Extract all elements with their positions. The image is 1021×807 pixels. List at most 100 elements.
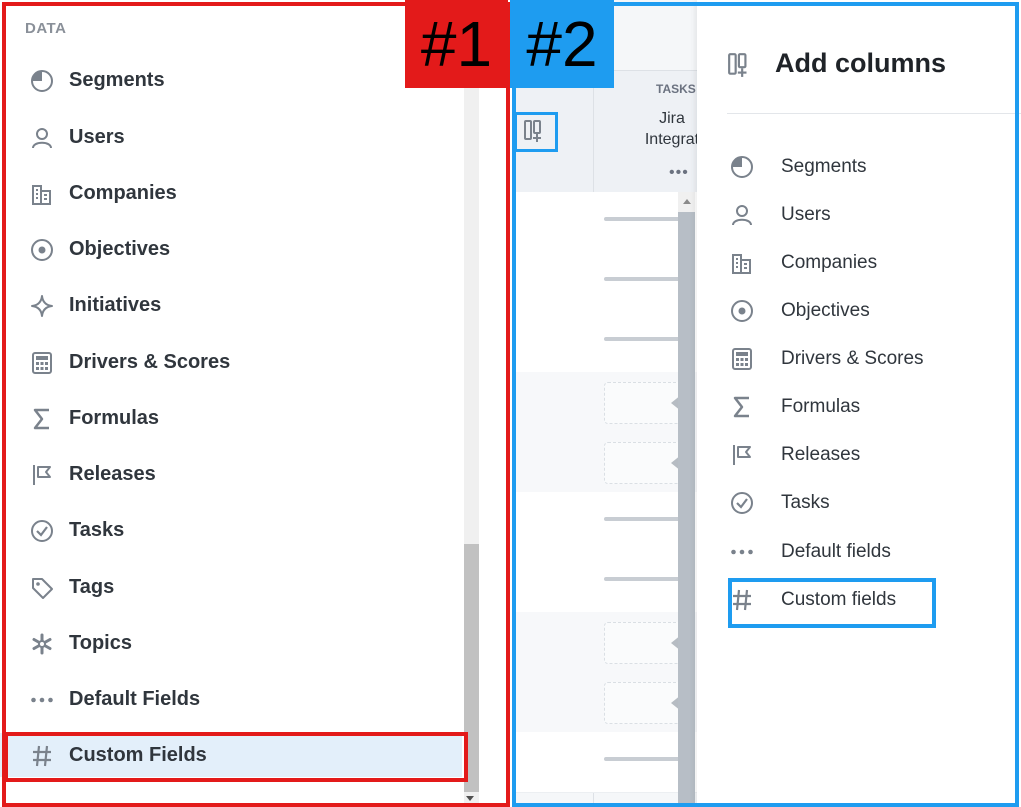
- drawer-item-drivers-scores[interactable]: Drivers & Scores: [727, 339, 987, 379]
- task-chip[interactable]: [604, 682, 686, 724]
- menu-item-tasks[interactable]: Tasks: [0, 508, 462, 552]
- drawer-item-objectives[interactable]: Objectives: [727, 291, 987, 331]
- drawer-item-tasks[interactable]: Tasks: [727, 483, 987, 523]
- drawer-item-users[interactable]: Users: [727, 195, 987, 235]
- menu-item-label: Custom Fields: [69, 743, 207, 766]
- drawer-divider: [727, 113, 1021, 114]
- check-circle-icon: [729, 490, 755, 516]
- menu-item-label: Tags: [69, 575, 115, 598]
- flag-icon: [729, 442, 755, 468]
- user-icon: [729, 202, 755, 228]
- building-icon: [29, 181, 55, 207]
- placeholder-bar: [604, 577, 684, 581]
- drawer-item-label: Drivers & Scores: [781, 348, 924, 369]
- column-group-label: TASKS: [656, 82, 696, 96]
- menu-item-default-fields[interactable]: Default Fields: [0, 677, 462, 721]
- drawer-item-formulas[interactable]: Formulas: [727, 387, 987, 427]
- section-label-data: DATA: [25, 20, 67, 37]
- add-column-icon: [727, 52, 753, 78]
- menu-item-label: Initiatives: [69, 293, 162, 316]
- scroll-up-arrow-icon[interactable]: [683, 199, 691, 204]
- placeholder-bar: [604, 217, 684, 221]
- menu-item-label: Drivers & Scores: [69, 350, 231, 373]
- menu-item-segments[interactable]: Segments: [0, 58, 462, 102]
- task-chip[interactable]: [604, 442, 686, 484]
- menu-item-objectives[interactable]: Objectives: [0, 227, 462, 271]
- drawer-item-label: Formulas: [781, 396, 861, 417]
- menu-item-label: Companies: [69, 181, 177, 204]
- menu-item-drivers-scores[interactable]: Drivers & Scores: [0, 340, 462, 384]
- table-row[interactable]: [512, 612, 697, 673]
- menu-item-formulas[interactable]: Formulas: [0, 396, 462, 440]
- table-row[interactable]: [512, 432, 697, 493]
- table-row[interactable]: [512, 492, 697, 553]
- check-circle-icon: [29, 518, 55, 544]
- menu-item-tags[interactable]: Tags: [0, 565, 462, 609]
- sigma-icon: [729, 394, 755, 420]
- table-row[interactable]: [512, 672, 697, 733]
- asterisk-icon: [29, 631, 55, 657]
- table-row[interactable]: [512, 372, 697, 433]
- menu-item-users[interactable]: Users: [0, 115, 462, 159]
- table-row[interactable]: [512, 552, 697, 613]
- placeholder-bar: [604, 337, 684, 341]
- menu-item-label: Default Fields: [69, 687, 201, 710]
- hash-icon: [29, 743, 55, 769]
- menu-item-label: Objectives: [69, 237, 171, 260]
- drawer-item-companies[interactable]: Companies: [727, 243, 987, 283]
- segments-icon: [729, 154, 755, 180]
- target-icon: [729, 298, 755, 324]
- menu-item-label: Users: [69, 125, 125, 148]
- column-menu-button[interactable]: •••: [669, 164, 689, 182]
- drawer-item-releases[interactable]: Releases: [727, 435, 987, 475]
- drawer-item-label: Companies: [781, 252, 878, 273]
- table-row[interactable]: [512, 312, 697, 373]
- menu-item-label: Topics: [69, 631, 132, 654]
- target-icon: [29, 237, 55, 263]
- menu-item-topics[interactable]: Topics: [0, 621, 462, 665]
- scrollbar-thumb[interactable]: [464, 544, 479, 792]
- add-column-button[interactable]: [518, 116, 552, 146]
- hash-icon: [729, 587, 755, 613]
- menu-item-releases[interactable]: Releases: [0, 452, 462, 496]
- drawer-header: Add columns: [727, 40, 1017, 88]
- drawer-item-default-fields[interactable]: Default fields: [727, 532, 987, 572]
- table-scrollbar-thumb[interactable]: [678, 212, 695, 807]
- table-row[interactable]: [512, 732, 697, 793]
- table-row[interactable]: [512, 252, 697, 313]
- task-chip[interactable]: [604, 622, 686, 664]
- menu-item-label: Tasks: [69, 518, 125, 541]
- annotation-tag-2: #2: [510, 0, 614, 88]
- sparkle-icon: [29, 293, 55, 319]
- segments-icon: [29, 68, 55, 94]
- drawer-item-label: Users: [781, 204, 831, 225]
- add-columns-drawer: Add columns Segments Users Companies Obj…: [697, 0, 1021, 807]
- menu-item-custom-fields[interactable]: Custom Fields: [0, 733, 462, 777]
- dots-icon: [729, 539, 755, 565]
- drawer-item-label: Custom fields: [781, 589, 897, 610]
- drawer-item-label: Releases: [781, 444, 861, 465]
- menu-item-initiatives[interactable]: Initiatives: [0, 283, 462, 327]
- scroll-down-arrow-icon[interactable]: [466, 796, 474, 801]
- drawer-item-segments[interactable]: Segments: [727, 147, 987, 187]
- sigma-icon: [29, 406, 55, 432]
- drawer-item-label: Tasks: [781, 492, 830, 513]
- menu-item-label: Formulas: [69, 406, 160, 429]
- drawer-item-label: Segments: [781, 156, 867, 177]
- table-row[interactable]: [512, 192, 697, 253]
- drawer-item-custom-fields[interactable]: Custom fields: [727, 580, 987, 620]
- annotation-tag-1: #1: [405, 0, 508, 88]
- dots-icon: [29, 687, 55, 713]
- task-chip[interactable]: [604, 382, 686, 424]
- user-icon: [29, 125, 55, 151]
- add-column-icon: [523, 119, 547, 143]
- tag-icon: [29, 575, 55, 601]
- drawer-item-label: Objectives: [781, 300, 870, 321]
- placeholder-bar: [604, 277, 684, 281]
- panel-1-data-menu: DATA Segments Users Companies Objectives…: [0, 0, 510, 807]
- menu-item-companies[interactable]: Companies: [0, 171, 462, 215]
- placeholder-bar: [604, 757, 684, 761]
- panel-2-add-columns: TASKS Jira Integrat ••• Add columns Segm…: [512, 0, 1021, 807]
- building-icon: [729, 250, 755, 276]
- menu-item-label: Releases: [69, 462, 156, 485]
